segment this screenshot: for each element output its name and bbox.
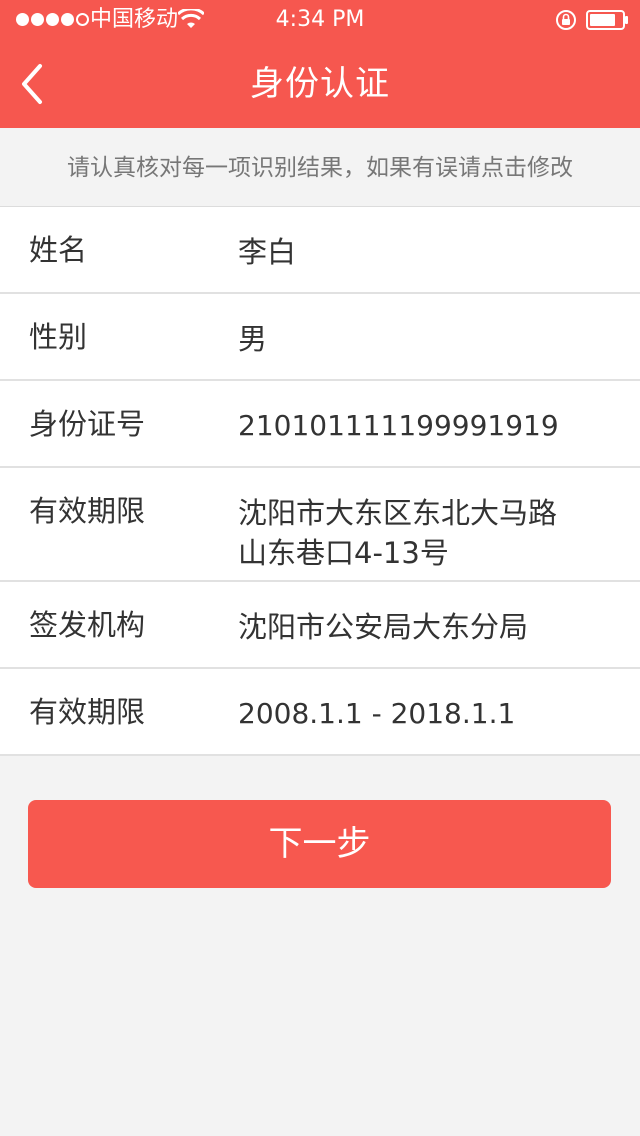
field-label: 性别 [29,320,88,354]
field-row-gender[interactable]: 性别 男 [0,294,640,381]
field-label: 有效期限 [29,695,146,729]
instruction-text: 请认真核对每一项识别结果，如果有误请点击修改 [67,155,573,181]
page-title: 身份认证 [250,64,390,104]
field-row-issuing-authority[interactable]: 签发机构 沈阳市公安局大东分局 [0,582,640,669]
field-row-id-number[interactable]: 身份证号 210101111199991919 [0,381,640,468]
field-value[interactable]: 李白 [238,232,618,272]
field-value[interactable]: 沈阳市大东区东北大马路 山东巷口4-13号 [238,493,618,573]
field-value[interactable]: 210101111199991919 [238,406,618,446]
battery-icon [586,10,628,30]
field-row-validity-period[interactable]: 有效期限 2008.1.1 - 2018.1.1 [0,669,640,756]
clock: 4:34 PM [275,7,365,32]
rotation-lock-icon [556,10,576,30]
status-bar: 中国移动 4:34 PM [0,0,640,40]
field-label: 签发机构 [29,608,146,642]
field-label: 姓名 [29,233,88,267]
field-row-address[interactable]: 有效期限 沈阳市大东区东北大马路 山东巷口4-13号 [0,468,640,582]
field-value[interactable]: 男 [238,319,618,359]
field-label: 有效期限 [29,494,146,528]
address-line-1: 沈阳市大东区东北大马路 [238,496,558,530]
field-value[interactable]: 沈阳市公安局大东分局 [238,607,618,647]
field-row-name[interactable]: 姓名 李白 [0,207,640,294]
nav-bar: 身份认证 [0,40,640,128]
next-step-button[interactable]: 下一步 [28,800,611,888]
header: 中国移动 4:34 PM 身份认证 [0,0,640,128]
field-value[interactable]: 2008.1.1 - 2018.1.1 [238,694,618,734]
id-info-form: 姓名 李白 性别 男 身份证号 210101111199991919 有效期限 … [0,206,640,756]
address-line-2: 山东巷口4-13号 [238,536,449,570]
field-label: 身份证号 [29,407,146,441]
